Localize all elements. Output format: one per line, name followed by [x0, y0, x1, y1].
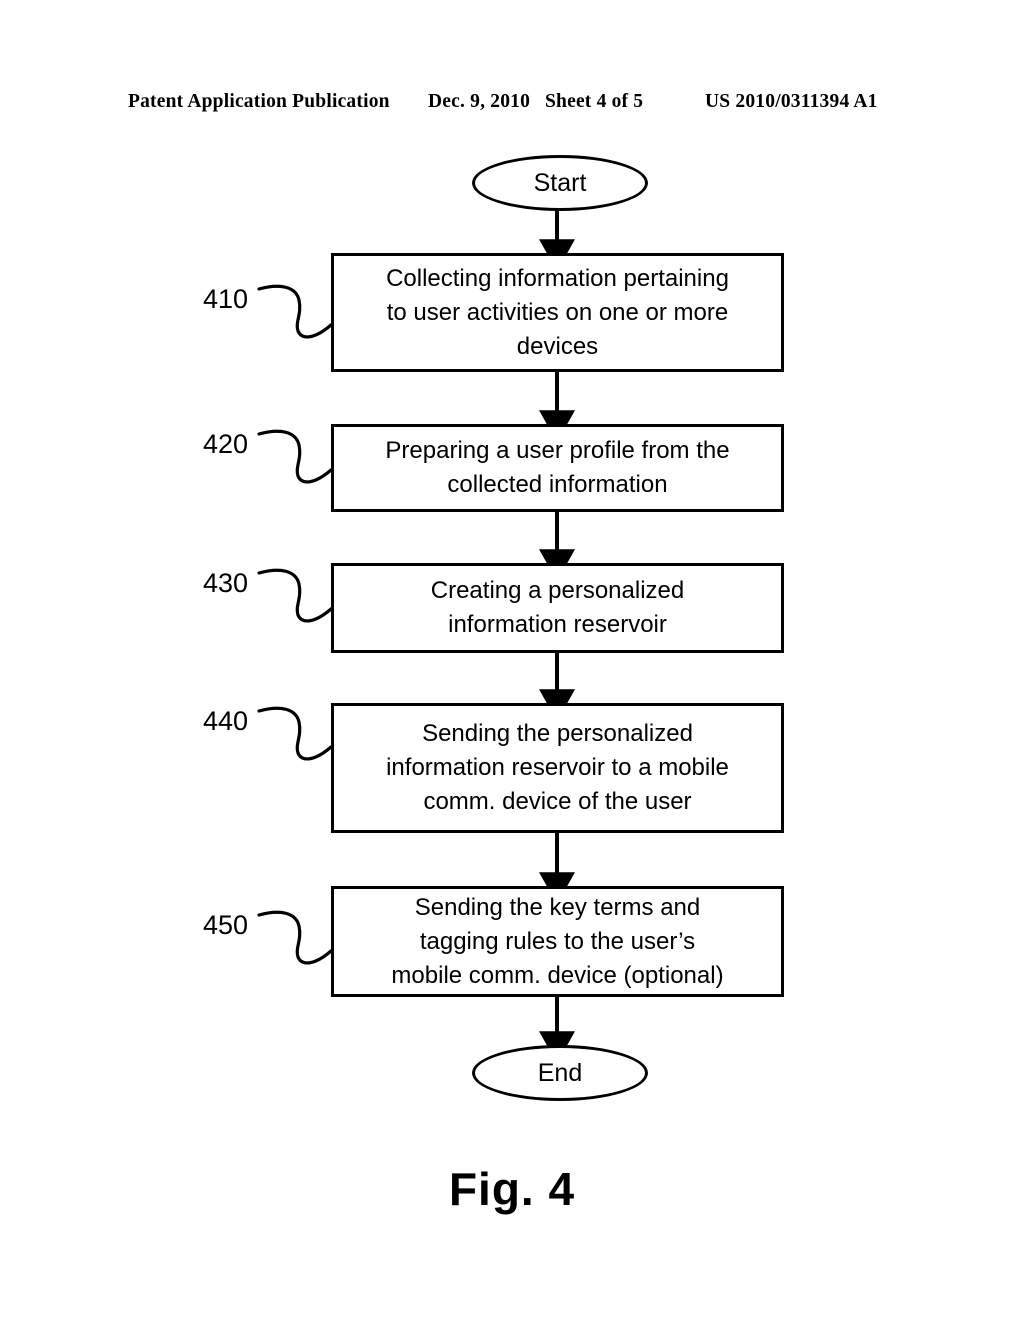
- leader-line-410: [257, 284, 333, 339]
- flowchart-node-start: Start: [472, 155, 648, 211]
- step-450-text: Sending the key terms and tagging rules …: [391, 893, 724, 989]
- reference-numeral-410: 410: [203, 284, 249, 314]
- end-node-label: End: [537, 1058, 583, 1087]
- step-430-text: Creating a personalized information rese…: [430, 577, 685, 638]
- reference-numeral-420: 420: [203, 429, 249, 459]
- leader-line-430: [257, 568, 333, 623]
- leader-line-420: [257, 429, 333, 484]
- step-410-text: Collecting information pertaining to use…: [386, 264, 729, 360]
- step-420-text: Preparing a user profile from the collec…: [385, 437, 730, 498]
- flowchart-step-430: Creating a personalized information rese…: [331, 563, 784, 653]
- flowchart-step-420: Preparing a user profile from the collec…: [331, 424, 784, 512]
- reference-numeral-430: 430: [203, 568, 249, 598]
- step-440-text: Sending the personalized information res…: [386, 720, 729, 815]
- reference-numeral-440: 440: [203, 706, 249, 736]
- flowchart-step-410: Collecting information pertaining to use…: [331, 253, 784, 372]
- flowchart-diagram: Start Collecting information pertaining …: [0, 0, 1024, 1320]
- leader-line-440: [257, 706, 333, 761]
- reference-numeral-450: 450: [203, 910, 249, 940]
- start-node-label: Start: [533, 168, 587, 197]
- flowchart-step-450: Sending the key terms and tagging rules …: [331, 886, 784, 997]
- flowchart-node-end: End: [472, 1045, 648, 1101]
- figure-caption: Fig. 4: [448, 1163, 576, 1215]
- flowchart-step-440: Sending the personalized information res…: [331, 703, 784, 833]
- leader-line-450: [257, 910, 333, 965]
